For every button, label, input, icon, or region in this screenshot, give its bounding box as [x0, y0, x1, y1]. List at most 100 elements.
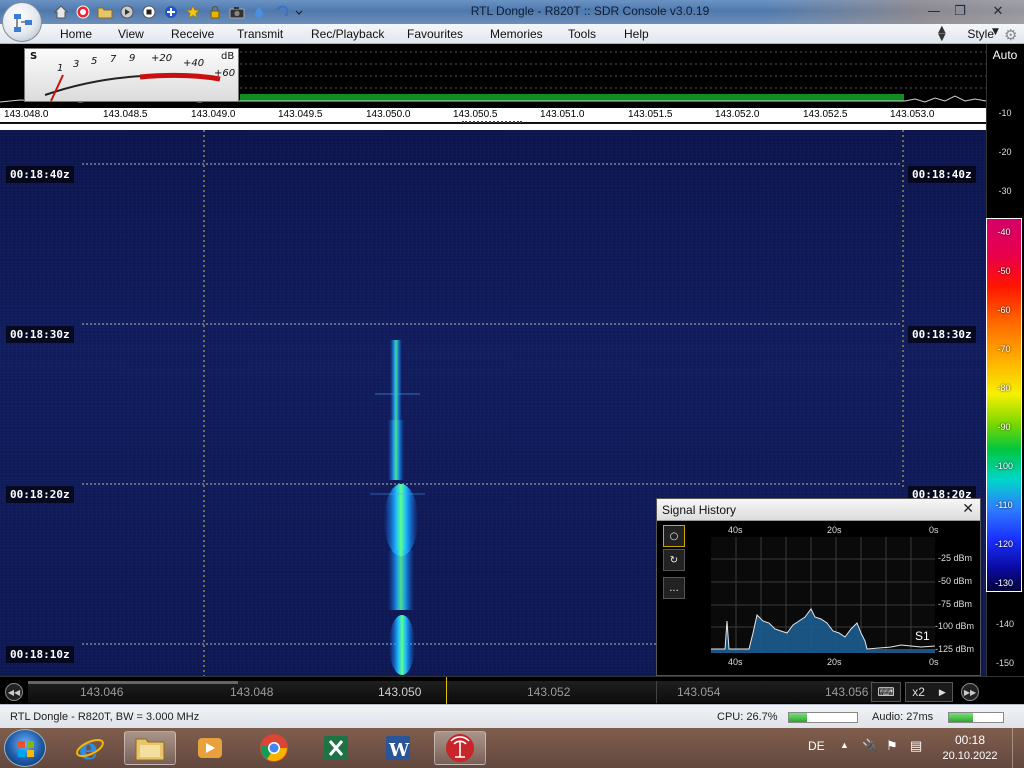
- tune-freq-label: 143.048: [230, 685, 274, 699]
- tune-right-button[interactable]: ▶▶: [961, 683, 979, 701]
- camera-icon[interactable]: [228, 3, 246, 21]
- zoom-select[interactable]: x2 ▶: [905, 682, 953, 702]
- show-desktop-button[interactable]: [1012, 728, 1024, 768]
- waterfall-color-scale[interactable]: -40 -50 -60 -70 -80 -90 -100 -110 -120 -…: [986, 218, 1022, 592]
- action-center-icon[interactable]: ⚑: [886, 738, 898, 754]
- history-dbm-label: -100 dBm: [935, 621, 975, 631]
- tab-memories[interactable]: Memories: [490, 27, 543, 41]
- freq-label: 143.049.0: [191, 109, 236, 120]
- excel-icon[interactable]: [310, 731, 362, 765]
- language-indicator[interactable]: DE: [808, 739, 825, 753]
- lifebuoy-icon[interactable]: [74, 3, 92, 21]
- add-icon[interactable]: [162, 3, 180, 21]
- undo-icon[interactable]: [272, 3, 290, 21]
- tune-freq-label: 143.052: [527, 685, 571, 699]
- history-time-top: 20s: [827, 525, 842, 535]
- tab-favourites[interactable]: Favourites: [407, 27, 463, 41]
- s-reading: S1: [915, 629, 930, 643]
- chrome-icon[interactable]: [248, 731, 300, 765]
- style-arrows-icon[interactable]: ▲ ▼: [938, 25, 946, 43]
- dropper-icon[interactable]: [250, 3, 268, 21]
- close-button[interactable]: ✕: [986, 1, 1010, 21]
- auto-scale-button[interactable]: Auto: [986, 48, 1024, 68]
- maximize-button[interactable]: ❐: [948, 1, 972, 21]
- time-label: 00:18:30z: [908, 326, 976, 343]
- tuning-scale[interactable]: [28, 677, 874, 705]
- media-player-icon[interactable]: [184, 731, 236, 765]
- clock-time[interactable]: 00:18: [950, 733, 990, 747]
- history-time-top: 40s: [728, 525, 743, 535]
- s-label: S: [30, 51, 38, 62]
- lock-icon[interactable]: [206, 3, 224, 21]
- tune-freq-label: 143.054: [677, 685, 721, 699]
- color-scale-label: -60: [997, 305, 1011, 315]
- time-label: 00:18:40z: [908, 166, 976, 183]
- tab-rec-playback[interactable]: Rec/Playback: [311, 27, 384, 41]
- dropdown-arrow-icon[interactable]: ▼: [992, 27, 999, 37]
- start-button[interactable]: [4, 729, 46, 767]
- folder-icon[interactable]: [96, 3, 114, 21]
- windows-logo-icon: [18, 741, 34, 757]
- internet-explorer-icon[interactable]: e: [64, 731, 116, 765]
- plus-scale-40: +40: [183, 58, 205, 69]
- star-icon[interactable]: [184, 3, 202, 21]
- close-icon[interactable]: ✕: [962, 501, 974, 517]
- stop-icon[interactable]: [140, 3, 158, 21]
- db-tick: -20: [998, 147, 1012, 157]
- tune-left-button[interactable]: ◀◀: [5, 683, 23, 701]
- signal-history-graph: [711, 537, 936, 653]
- minimize-button[interactable]: —: [922, 1, 946, 21]
- refresh-icon[interactable]: ↻: [663, 549, 685, 571]
- gear-icon[interactable]: ⚙: [1004, 26, 1017, 44]
- tray-expand-icon[interactable]: ▲: [840, 740, 849, 750]
- plus-scale-20: +20: [151, 53, 173, 64]
- tab-tools[interactable]: Tools: [568, 27, 596, 41]
- more-icon[interactable]: ...: [663, 577, 685, 599]
- sdr-console-window: RTL Dongle - R820T :: SDR Console v3.0.1…: [0, 0, 1024, 768]
- freq-label: 143.051.0: [540, 109, 585, 120]
- plus-scale-60: +60: [214, 68, 236, 79]
- word-icon[interactable]: W: [372, 731, 424, 765]
- style-menu[interactable]: Style: [967, 27, 994, 41]
- home-icon[interactable]: [52, 3, 70, 21]
- network-status-icon[interactable]: ▤: [910, 738, 922, 754]
- color-scale-label: -100: [994, 461, 1013, 471]
- tab-transmit[interactable]: Transmit: [237, 27, 283, 41]
- tab-view[interactable]: View: [118, 27, 144, 41]
- application-menu-button[interactable]: [2, 2, 42, 42]
- freq-label: 143.052.0: [715, 109, 760, 120]
- s-scale-7: 7: [110, 54, 117, 65]
- time-label: 00:18:20z: [6, 486, 74, 503]
- db-label: dB: [221, 51, 235, 62]
- keyboard-icon[interactable]: ⌨: [871, 682, 901, 702]
- freq-label: 143.053.0: [890, 109, 935, 120]
- tune-freq-label: 143.050: [378, 685, 422, 699]
- tab-home[interactable]: Home: [60, 27, 92, 41]
- safely-remove-icon[interactable]: 🔌: [862, 738, 878, 754]
- history-time-top: 0s: [929, 525, 939, 535]
- ribbon-tabs: Home View Receive Transmit Rec/Playback …: [0, 24, 1024, 44]
- tab-receive[interactable]: Receive: [171, 27, 214, 41]
- circle-icon[interactable]: ○: [663, 525, 685, 547]
- time-label: 00:18:10z: [6, 646, 74, 663]
- chevron-down-icon[interactable]: [294, 3, 304, 21]
- signal-history-titlebar[interactable]: Signal History ✕: [657, 499, 980, 521]
- color-scale-label: -70: [997, 344, 1011, 354]
- tab-help[interactable]: Help: [624, 27, 649, 41]
- history-time-bottom: 0s: [929, 657, 939, 667]
- freq-label: 143.049.5: [278, 109, 323, 120]
- s-scale-5: 5: [91, 56, 98, 67]
- splitter-handle[interactable]: [462, 121, 522, 123]
- more-label: ...: [669, 582, 679, 594]
- history-time-bottom: 40s: [728, 657, 743, 667]
- frequency-scale[interactable]: 143.048.0 143.048.5 143.049.0 143.049.5 …: [0, 108, 986, 124]
- file-explorer-icon[interactable]: [124, 731, 176, 765]
- sdr-console-icon[interactable]: [434, 731, 486, 765]
- signal-history-panel: Signal History ✕ ○ ↻ ... 40s 20s 0s -25 …: [656, 498, 981, 676]
- cpu-status: CPU: 26.7%: [717, 711, 778, 723]
- play-icon[interactable]: [118, 3, 136, 21]
- history-dbm-label: -50 dBm: [938, 576, 973, 586]
- clock-date[interactable]: 20.10.2022: [938, 750, 1002, 762]
- s-scale-9: 9: [129, 53, 136, 64]
- db-tick: -30: [998, 186, 1012, 196]
